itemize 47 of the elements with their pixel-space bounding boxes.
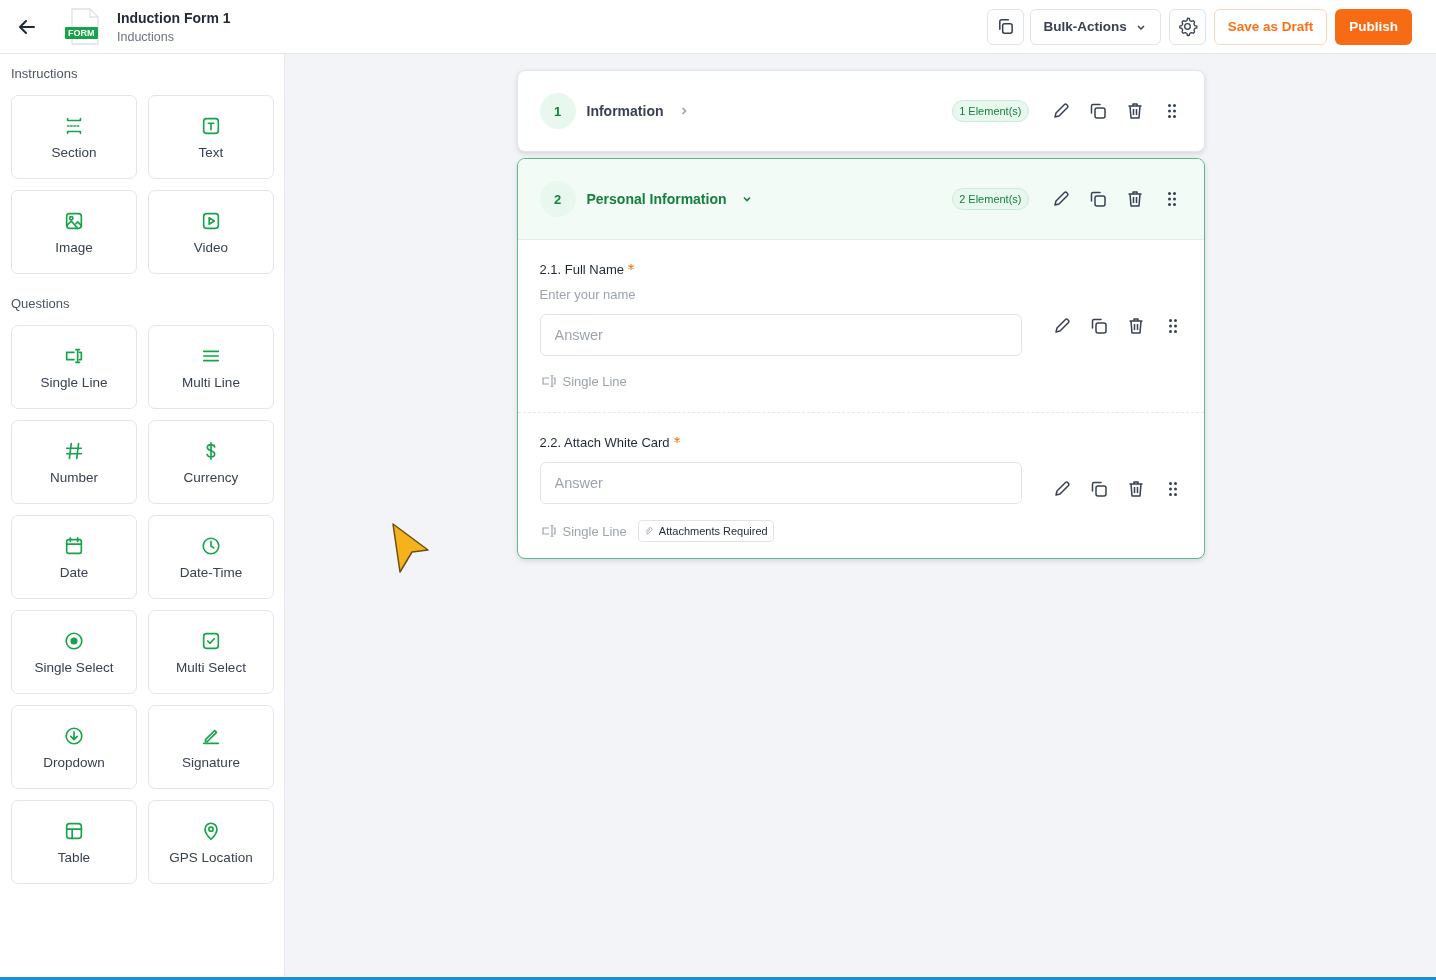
section-number: 2 — [539, 181, 576, 217]
element-tile[interactable]: Section — [11, 95, 137, 179]
form-title: Induction Form 1 — [117, 9, 231, 26]
element-tile[interactable]: Dropdown — [11, 705, 137, 789]
form-category: Inductions — [117, 29, 175, 44]
element-tile[interactable]: Date — [11, 515, 137, 599]
datetime-icon — [200, 534, 222, 557]
element-tile[interactable]: Multi Line — [148, 325, 274, 409]
group-heading: Questions — [11, 296, 71, 311]
settings-button[interactable] — [1168, 8, 1206, 45]
question-type-label: Single Line — [562, 373, 627, 389]
copy-icon — [996, 17, 1016, 36]
element-count-badge: 1 Element(s) — [952, 100, 1029, 122]
element-tile[interactable]: GPS Location — [148, 800, 274, 884]
mouse-pointer-icon — [389, 520, 431, 576]
element-tile[interactable]: Date-Time — [148, 515, 274, 599]
group-heading: Instructions — [11, 66, 79, 81]
element-tile[interactable]: Table — [11, 800, 137, 884]
element-count-badge: 2 Element(s) — [952, 188, 1029, 210]
element-tile[interactable]: Multi Select — [148, 610, 274, 694]
paperclip-icon — [643, 526, 653, 536]
single-line-icon — [539, 372, 558, 390]
element-tile[interactable]: Single Line — [11, 325, 137, 409]
element-tile[interactable]: Video — [148, 190, 274, 274]
date-icon — [63, 534, 85, 557]
question-type-label: Single Line — [562, 523, 627, 539]
single-line-icon — [539, 522, 558, 540]
element-tile[interactable]: Text — [148, 95, 274, 179]
element-tile[interactable]: Currency — [148, 420, 274, 504]
answer-field[interactable]: Answer — [539, 314, 1022, 356]
dropdown-icon — [63, 724, 85, 747]
element-tile[interactable]: Single Select — [11, 610, 137, 694]
question-label: 2.1. Full Name — [539, 262, 625, 277]
copy-button[interactable] — [987, 8, 1025, 45]
element-tile[interactable]: Image — [11, 190, 137, 274]
section-number: 1 — [539, 93, 576, 129]
section-title: Personal Information — [586, 191, 727, 207]
bulk-actions-dropdown[interactable]: Bulk-Actions — [1030, 8, 1161, 45]
answer-field[interactable]: Answer — [539, 462, 1022, 504]
tag-label: Attachments Required — [658, 525, 768, 537]
element-tile[interactable]: Number — [11, 420, 137, 504]
singleselect-icon — [63, 629, 85, 652]
question-label: 2.2. Attach White Card — [539, 435, 670, 450]
element-tile[interactable]: Signature — [148, 705, 274, 789]
settings-icon — [1176, 16, 1198, 37]
section-title: Information — [586, 103, 664, 119]
question-description: Enter your name — [539, 287, 637, 302]
